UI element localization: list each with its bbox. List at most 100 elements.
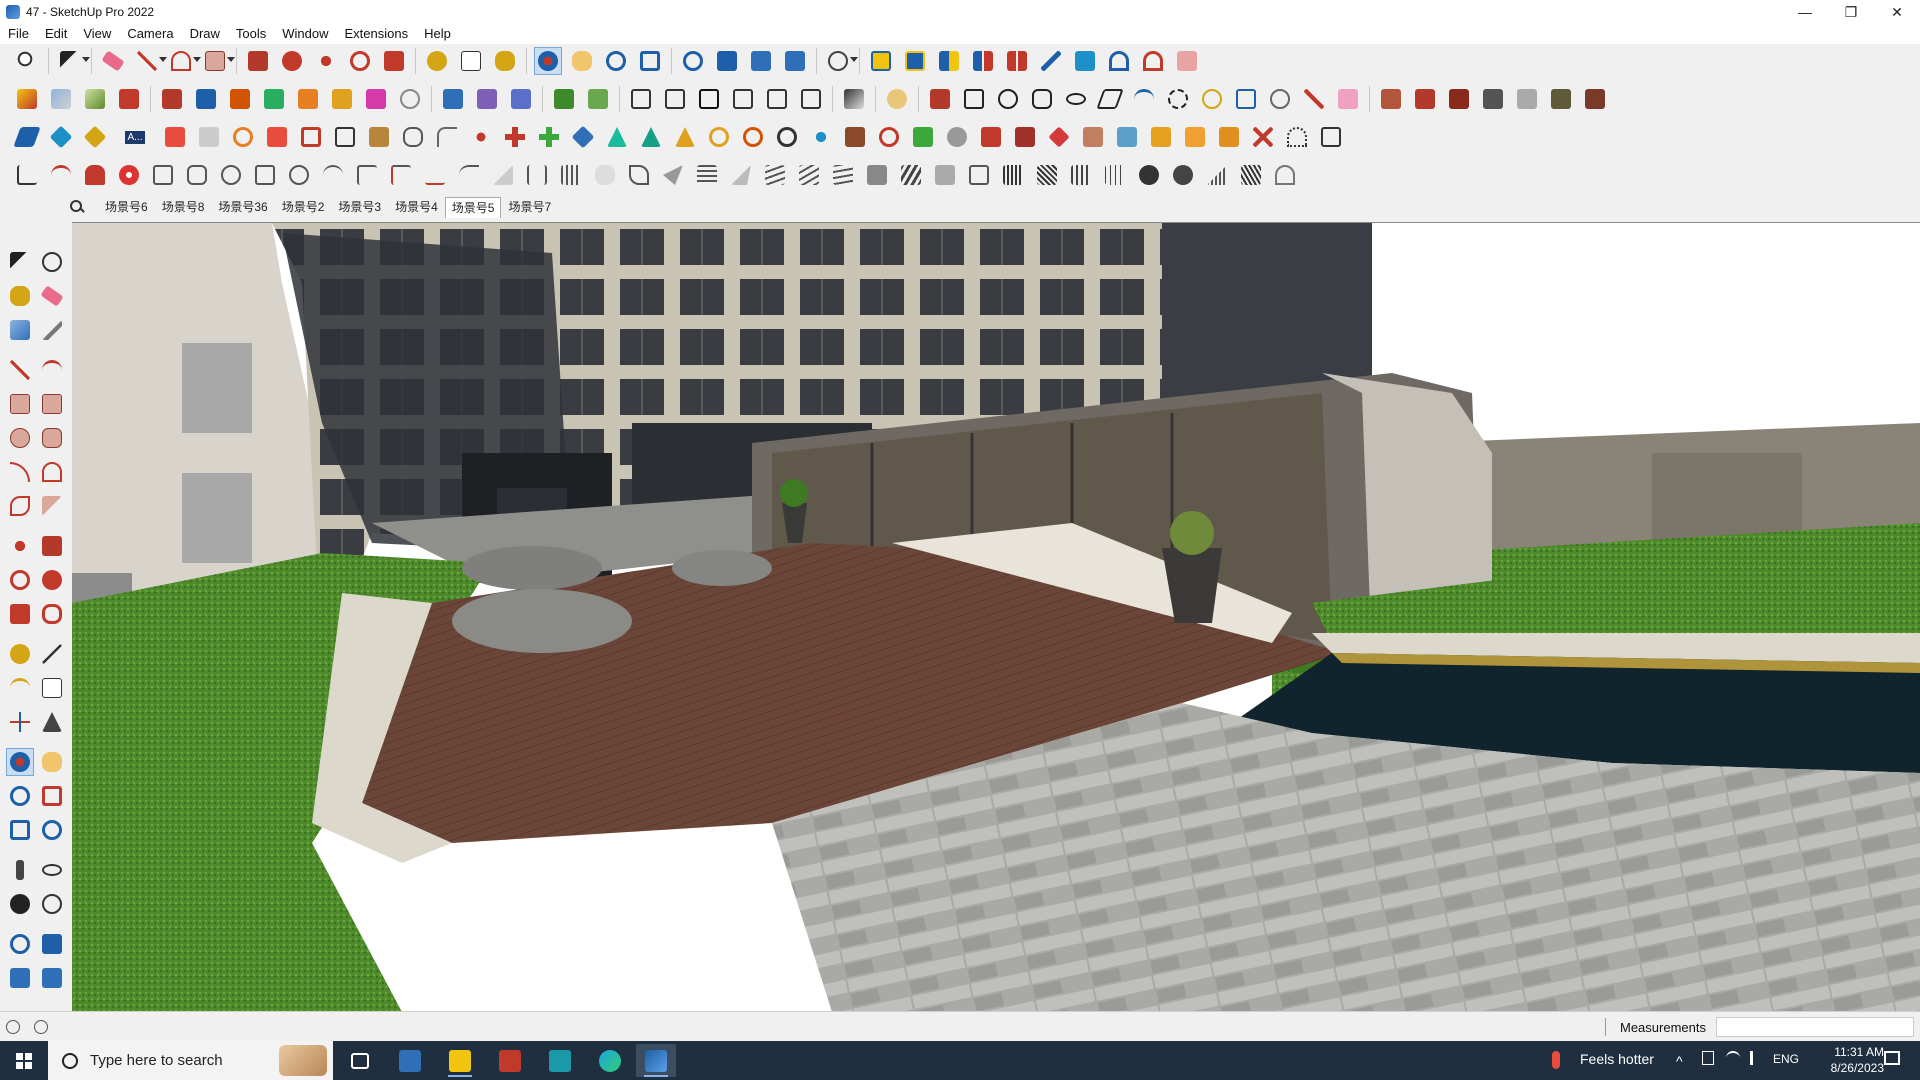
rectangle-tool[interactable] — [6, 390, 34, 418]
rotate-tool[interactable] — [6, 566, 34, 594]
meet-now-icon[interactable] — [1702, 1051, 1714, 1065]
curve-tool-29[interactable] — [965, 161, 993, 189]
draw-tool-8[interactable] — [1164, 85, 1192, 113]
tool-r3-14[interactable] — [467, 123, 495, 151]
tool-r3-18[interactable] — [603, 123, 631, 151]
tool-r3-9[interactable] — [297, 123, 325, 151]
tool-r3-16[interactable] — [535, 123, 563, 151]
push-pull-tool-button[interactable] — [244, 47, 272, 75]
zoom-button[interactable] — [602, 47, 630, 75]
layer-tool-1[interactable] — [13, 123, 41, 151]
curve-tool-8[interactable] — [251, 161, 279, 189]
view-right[interactable] — [729, 85, 757, 113]
axis-tool-7[interactable] — [362, 85, 390, 113]
clock[interactable]: 11:31 AM 8/26/2023 — [1831, 1044, 1884, 1076]
curve-tool-20[interactable] — [659, 161, 687, 189]
zoom-tool[interactable] — [6, 782, 34, 810]
texture-tool-5[interactable] — [1513, 85, 1541, 113]
eraser-tool-button[interactable] — [99, 47, 127, 75]
curve-tool-33[interactable] — [1101, 161, 1129, 189]
scene-tab-36[interactable]: 场景号36 — [211, 196, 274, 218]
ruby-popup[interactable]: A... — [115, 123, 155, 151]
text-tool-button[interactable] — [457, 47, 485, 75]
search-icon[interactable] — [70, 200, 84, 214]
view-back[interactable] — [763, 85, 791, 113]
pan-tool-button[interactable] — [568, 47, 596, 75]
layer-tool-3[interactable] — [81, 123, 109, 151]
dropdown-icon[interactable] — [193, 57, 201, 62]
account-button[interactable] — [824, 47, 858, 75]
tool-r3-17[interactable] — [569, 123, 597, 151]
section-plane-tool[interactable] — [38, 890, 66, 918]
curve-tool-28[interactable] — [931, 161, 959, 189]
start-button[interactable] — [0, 1041, 48, 1080]
tool-r3-25[interactable] — [841, 123, 869, 151]
menu-extensions[interactable]: Extensions — [337, 24, 417, 44]
dropdown-icon[interactable] — [82, 57, 90, 62]
curve-tool-24[interactable] — [795, 161, 823, 189]
draw-tool-6[interactable] — [1096, 85, 1124, 113]
draw-tool-2[interactable] — [960, 85, 988, 113]
measurements-input[interactable] — [1716, 1017, 1914, 1037]
tool-r3-15[interactable] — [501, 123, 529, 151]
menu-tools[interactable]: Tools — [228, 24, 274, 44]
outer-shell-button[interactable] — [81, 85, 109, 113]
section-plane-3[interactable] — [507, 85, 535, 113]
axes-tool[interactable] — [6, 708, 34, 736]
curve-tool-36[interactable] — [1203, 161, 1231, 189]
menu-view[interactable]: View — [75, 24, 119, 44]
tool-r3-34[interactable] — [1147, 123, 1175, 151]
select-tool-button[interactable] — [56, 47, 90, 75]
axis-tool-3[interactable] — [226, 85, 254, 113]
view-front[interactable] — [695, 85, 723, 113]
tool-r3-31[interactable] — [1045, 123, 1073, 151]
curve-tool-14[interactable] — [455, 161, 483, 189]
scale-tool[interactable] — [6, 600, 34, 628]
sketchup-taskbar-app[interactable] — [636, 1044, 676, 1077]
paint-bucket-tool[interactable] — [6, 282, 34, 310]
curve-tool-35[interactable] — [1169, 161, 1197, 189]
curve-tool-1[interactable] — [13, 161, 41, 189]
extension-manager-tool[interactable] — [38, 964, 66, 992]
eraser-tool[interactable] — [38, 282, 66, 310]
component-button[interactable] — [13, 85, 41, 113]
sandbox-button[interactable] — [115, 85, 143, 113]
lasso-tool[interactable] — [38, 248, 66, 276]
maximize-button[interactable]: ❐ — [1828, 0, 1874, 24]
curve-tool-2[interactable] — [47, 161, 75, 189]
curve-tool-9[interactable] — [285, 161, 313, 189]
axis-tool-1[interactable] — [158, 85, 186, 113]
undo-button[interactable] — [1105, 47, 1133, 75]
pan-tool[interactable] — [38, 748, 66, 776]
weather-widget[interactable]: Feels hotter — [1580, 1051, 1654, 1067]
view-iso[interactable] — [627, 85, 655, 113]
curve-tool-22[interactable] — [727, 161, 755, 189]
walk-tool[interactable] — [6, 890, 34, 918]
taskbar-search[interactable]: Type here to search — [48, 1041, 333, 1080]
menu-file[interactable]: File — [0, 24, 37, 44]
polygon-tool[interactable] — [38, 424, 66, 452]
dropdown-icon[interactable] — [850, 57, 858, 62]
curve-tool-6[interactable] — [183, 161, 211, 189]
tool-r3-35[interactable] — [1181, 123, 1209, 151]
plugin-button-8[interactable] — [1173, 47, 1201, 75]
tool-r3-11[interactable] — [365, 123, 393, 151]
scene-tab-8[interactable]: 场景号8 — [155, 196, 212, 218]
curve-tool-12[interactable] — [387, 161, 415, 189]
tool-r3-33[interactable] — [1113, 123, 1141, 151]
zoom-tool-button[interactable] — [13, 47, 41, 75]
axis-tool-5[interactable] — [294, 85, 322, 113]
info-icon[interactable] — [34, 1020, 48, 1034]
tool-r3-24[interactable] — [807, 123, 835, 151]
axis-tool-6[interactable] — [328, 85, 356, 113]
curve-tool-10[interactable] — [319, 161, 347, 189]
scene-tab-4[interactable]: 场景号4 — [388, 196, 445, 218]
tape-measure-tool[interactable] — [6, 640, 34, 668]
curve-tool-31[interactable] — [1033, 161, 1061, 189]
menu-edit[interactable]: Edit — [37, 24, 75, 44]
curve-tool-18[interactable] — [591, 161, 619, 189]
move-tool[interactable] — [6, 532, 34, 560]
offset-tool[interactable] — [38, 600, 66, 628]
axis-tool-2[interactable] — [192, 85, 220, 113]
tool-r3-20[interactable] — [671, 123, 699, 151]
